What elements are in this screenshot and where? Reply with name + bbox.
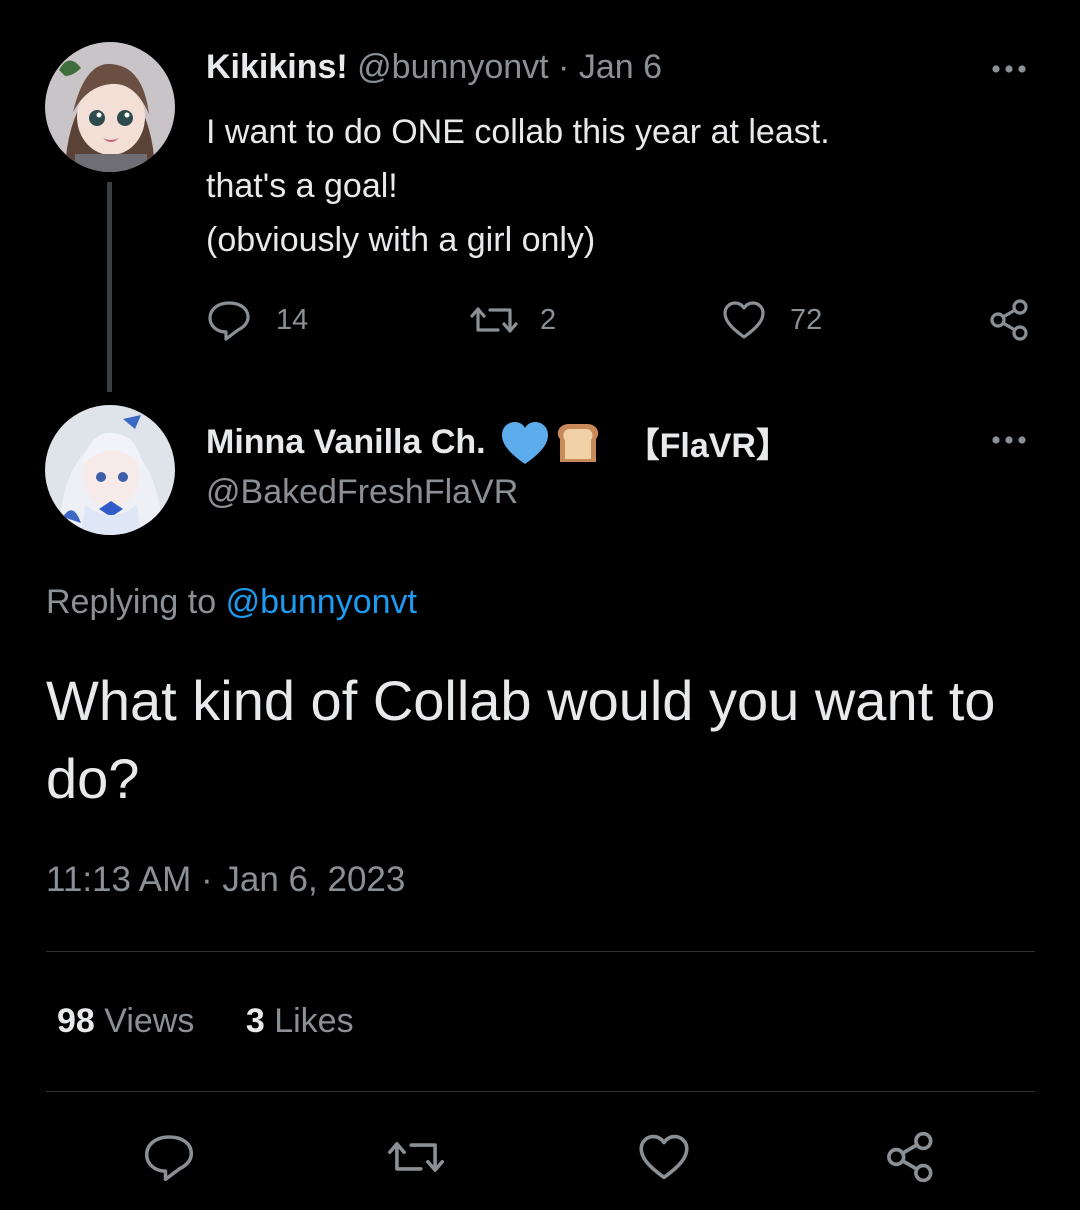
share-icon: [884, 1130, 938, 1184]
reply-icon: [142, 1132, 196, 1182]
parent-reply-action[interactable]: 14: [206, 298, 308, 342]
parent-text-line: that's a goal!: [206, 167, 398, 205]
share-button[interactable]: [884, 1130, 938, 1184]
views-count: 98: [57, 1002, 95, 1040]
share-icon[interactable]: [988, 298, 1032, 342]
thread-connector-line: [107, 182, 112, 392]
reply-timestamp: 11:13 AM · Jan 6, 2023: [46, 860, 405, 900]
blue-heart-emoji-icon: [500, 420, 550, 466]
retweet-icon: [385, 1133, 447, 1181]
parent-handle[interactable]: @bunnyonvt: [357, 48, 548, 86]
reply-button[interactable]: [142, 1132, 196, 1182]
reply-tweet-header: Minna Vanilla Ch. 【FlaVR】: [206, 418, 790, 467]
replying-to-label: Replying to: [46, 583, 217, 621]
retweet-button[interactable]: [385, 1132, 447, 1182]
parent-text-line: (obviously with a girl only): [206, 221, 596, 259]
retweet-count: 2: [540, 303, 557, 336]
heart-icon: [637, 1133, 691, 1181]
timestamp-separator: ·: [201, 860, 213, 899]
views-stat[interactable]: 98 Views: [57, 1002, 204, 1040]
divider: [46, 951, 1035, 952]
avatar-kikikins[interactable]: [45, 42, 175, 172]
divider: [46, 1091, 1035, 1092]
parent-tweet-header: Kikikins! @bunnyonvt · Jan 6: [206, 48, 662, 87]
parent-text-line: I want to do ONE collab this year at lea…: [206, 113, 830, 151]
parent-tweet-text: I want to do ONE collab this year at lea…: [206, 105, 830, 267]
reply-date[interactable]: Jan 6, 2023: [222, 860, 405, 899]
retweet-icon: [468, 300, 520, 340]
replying-to: Replying to @bunnyonvt: [46, 583, 417, 622]
parent-date[interactable]: Jan 6: [579, 48, 662, 86]
reply-icon: [206, 299, 252, 341]
reply-display-name[interactable]: Minna Vanilla Ch.: [206, 423, 486, 462]
like-button[interactable]: [637, 1132, 691, 1182]
parent-retweet-action[interactable]: 2: [468, 298, 556, 342]
heart-icon: [722, 300, 766, 340]
reply-name-suffix[interactable]: 【FlaVR】: [626, 418, 790, 467]
reply-handle[interactable]: @BakedFreshFlaVR: [206, 473, 518, 512]
bread-emoji-icon: [554, 421, 602, 465]
avatar-minna-vanilla[interactable]: [45, 405, 175, 535]
more-icon[interactable]: [990, 425, 1030, 455]
parent-display-name[interactable]: Kikikins!: [206, 48, 348, 86]
like-count: 72: [790, 303, 823, 336]
tweet-stats: 98 Views 3 Likes: [57, 1002, 354, 1041]
replying-to-handle[interactable]: @bunnyonvt: [226, 583, 417, 621]
likes-label: Likes: [274, 1002, 354, 1040]
reply-time[interactable]: 11:13 AM: [46, 860, 191, 899]
reply-tweet-text: What kind of Collab would you want to do…: [46, 669, 996, 810]
reply-count: 14: [276, 303, 309, 336]
parent-like-action[interactable]: 72: [722, 298, 822, 342]
views-label: Views: [104, 1002, 195, 1040]
more-icon[interactable]: [990, 54, 1030, 84]
likes-count: 3: [245, 1002, 265, 1040]
header-separator: ·: [558, 48, 570, 86]
likes-stat[interactable]: 3 Likes: [246, 1002, 354, 1040]
